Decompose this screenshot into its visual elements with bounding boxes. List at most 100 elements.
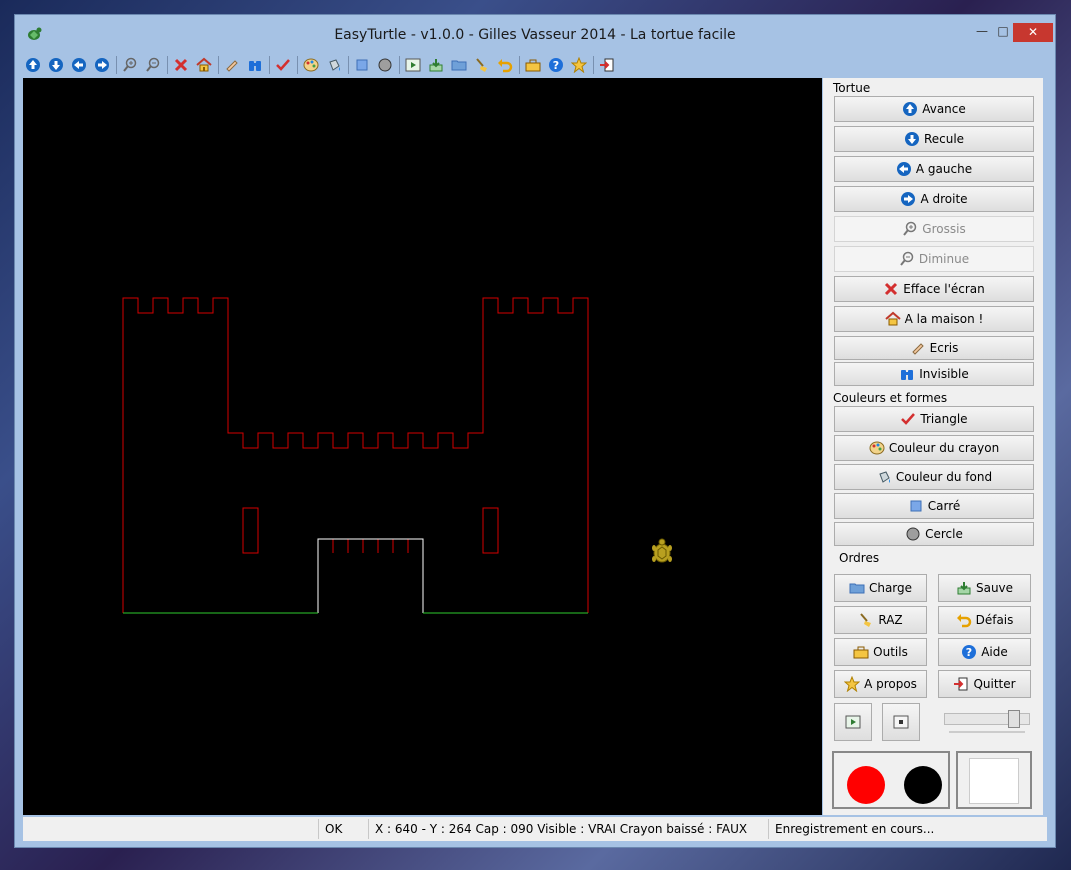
background-color-box: [956, 751, 1032, 809]
group-tortue-label: Tortue: [833, 81, 871, 95]
clear-icon[interactable]: [171, 55, 191, 75]
folder-icon[interactable]: [449, 55, 469, 75]
exit-icon[interactable]: [597, 55, 617, 75]
couleur-crayon-button[interactable]: Couleur du crayon: [834, 435, 1034, 461]
droite-button[interactable]: A droite: [834, 186, 1034, 212]
couleur-fond-button[interactable]: Couleur du fond: [834, 464, 1034, 490]
status-coordinates: X : 640 - Y : 264 Cap : 090 Visible : VR…: [369, 819, 769, 839]
avance-label: Avance: [922, 102, 966, 116]
pen-color-swatch[interactable]: [847, 766, 885, 804]
clear-icon: [883, 281, 899, 297]
square-icon[interactable]: [352, 55, 372, 75]
down-arrow-icon[interactable]: [46, 55, 66, 75]
circle-icon: [905, 526, 921, 542]
triangle-button[interactable]: Triangle: [834, 406, 1034, 432]
invisible-button[interactable]: Invisible: [834, 362, 1034, 386]
gauche-button[interactable]: A gauche: [834, 156, 1034, 182]
bucket-icon[interactable]: [324, 55, 344, 75]
diminue-button[interactable]: Diminue: [834, 246, 1034, 272]
outils-button[interactable]: Outils: [834, 638, 927, 666]
help-icon: ?: [961, 644, 977, 660]
left-arrow-icon[interactable]: [69, 55, 89, 75]
play-icon[interactable]: [403, 55, 423, 75]
svg-text:?: ?: [966, 646, 972, 659]
toolbar-separator: [399, 56, 400, 74]
left-arrow-icon: [896, 161, 912, 177]
efface-button[interactable]: Efface l'écran: [834, 276, 1034, 302]
recule-label: Recule: [923, 132, 965, 146]
maison-button[interactable]: A la maison !: [834, 306, 1034, 332]
sauve-label: Sauve: [975, 581, 1014, 595]
invisible-label: Invisible: [919, 367, 969, 381]
charge-label: Charge: [868, 581, 913, 595]
save-icon[interactable]: [426, 55, 446, 75]
window-title: EasyTurtle - v1.0.0 - Gilles Vasseur 201…: [334, 27, 736, 43]
toolbar-separator: [297, 56, 298, 74]
apropos-button[interactable]: A propos: [834, 670, 927, 698]
binoculars-icon[interactable]: [245, 55, 265, 75]
grossis-button[interactable]: Grossis: [834, 216, 1034, 242]
palette-icon[interactable]: [301, 55, 321, 75]
play-button[interactable]: [834, 703, 872, 741]
background-color-swatch[interactable]: [969, 758, 1019, 804]
speed-slider-scale: [949, 731, 1025, 733]
quitter-label: Quitter: [973, 677, 1016, 691]
carre-button[interactable]: Carré: [834, 493, 1034, 519]
recule-button[interactable]: Recule: [834, 126, 1034, 152]
aide-label: Aide: [981, 645, 1008, 659]
toolbar-separator: [116, 56, 117, 74]
zoom-in-icon: [902, 221, 918, 237]
quitter-button[interactable]: Quitter: [938, 670, 1031, 698]
stop-button[interactable]: [882, 703, 920, 741]
undo-icon[interactable]: [495, 55, 515, 75]
outils-label: Outils: [873, 645, 908, 659]
couleur-crayon-label: Couleur du crayon: [888, 441, 1000, 455]
couleur-fond-label: Couleur du fond: [895, 470, 993, 484]
raz-button[interactable]: RAZ: [834, 606, 927, 634]
zoom-out-icon: [899, 251, 915, 267]
toolbox-icon: [853, 644, 869, 660]
star-icon[interactable]: [569, 55, 589, 75]
broom-icon[interactable]: [472, 55, 492, 75]
up-arrow-icon[interactable]: [23, 55, 43, 75]
defais-button[interactable]: Défais: [938, 606, 1031, 634]
check-icon[interactable]: [273, 55, 293, 75]
sauve-button[interactable]: Sauve: [938, 574, 1031, 602]
aide-button[interactable]: ? Aide: [938, 638, 1031, 666]
drawing-canvas[interactable]: [23, 78, 822, 815]
close-button[interactable]: ✕: [1013, 23, 1053, 42]
title-bar[interactable]: EasyTurtle - v1.0.0 - Gilles Vasseur 201…: [15, 15, 1055, 53]
gauche-label: A gauche: [915, 162, 973, 176]
minimize-button[interactable]: —: [970, 22, 994, 42]
carre-label: Carré: [927, 499, 961, 513]
droite-label: A droite: [920, 192, 968, 206]
shape-color-swatch[interactable]: [904, 766, 942, 804]
zoom-in-icon[interactable]: [120, 55, 140, 75]
cercle-button[interactable]: Cercle: [834, 522, 1034, 546]
maison-label: A la maison !: [904, 312, 984, 326]
broom-icon: [858, 612, 874, 628]
stop-icon: [893, 715, 909, 729]
palette-icon: [869, 440, 885, 456]
help-icon[interactable]: ?: [546, 55, 566, 75]
group-ordres-label: Ordres: [839, 551, 880, 565]
eraser-icon[interactable]: [222, 55, 242, 75]
raz-label: RAZ: [878, 613, 903, 627]
ecris-label: Ecris: [929, 341, 959, 355]
charge-button[interactable]: Charge: [834, 574, 927, 602]
toolbar-separator: [519, 56, 520, 74]
turtle-cursor-icon: [652, 538, 672, 563]
maximize-button[interactable]: □: [992, 22, 1014, 42]
circle-icon[interactable]: [375, 55, 395, 75]
svg-text:?: ?: [553, 59, 559, 72]
home-icon[interactable]: [194, 55, 214, 75]
group-couleurs-label: Couleurs et formes: [833, 391, 948, 405]
toolbox-icon[interactable]: [523, 55, 543, 75]
speed-slider-thumb[interactable]: [1008, 710, 1020, 728]
status-bar: OK X : 640 - Y : 264 Cap : 090 Visible :…: [23, 817, 1047, 841]
zoom-out-icon[interactable]: [143, 55, 163, 75]
toolbar-separator: [593, 56, 594, 74]
avance-button[interactable]: Avance: [834, 96, 1034, 122]
right-arrow-icon[interactable]: [92, 55, 112, 75]
ecris-button[interactable]: Ecris: [834, 336, 1034, 360]
